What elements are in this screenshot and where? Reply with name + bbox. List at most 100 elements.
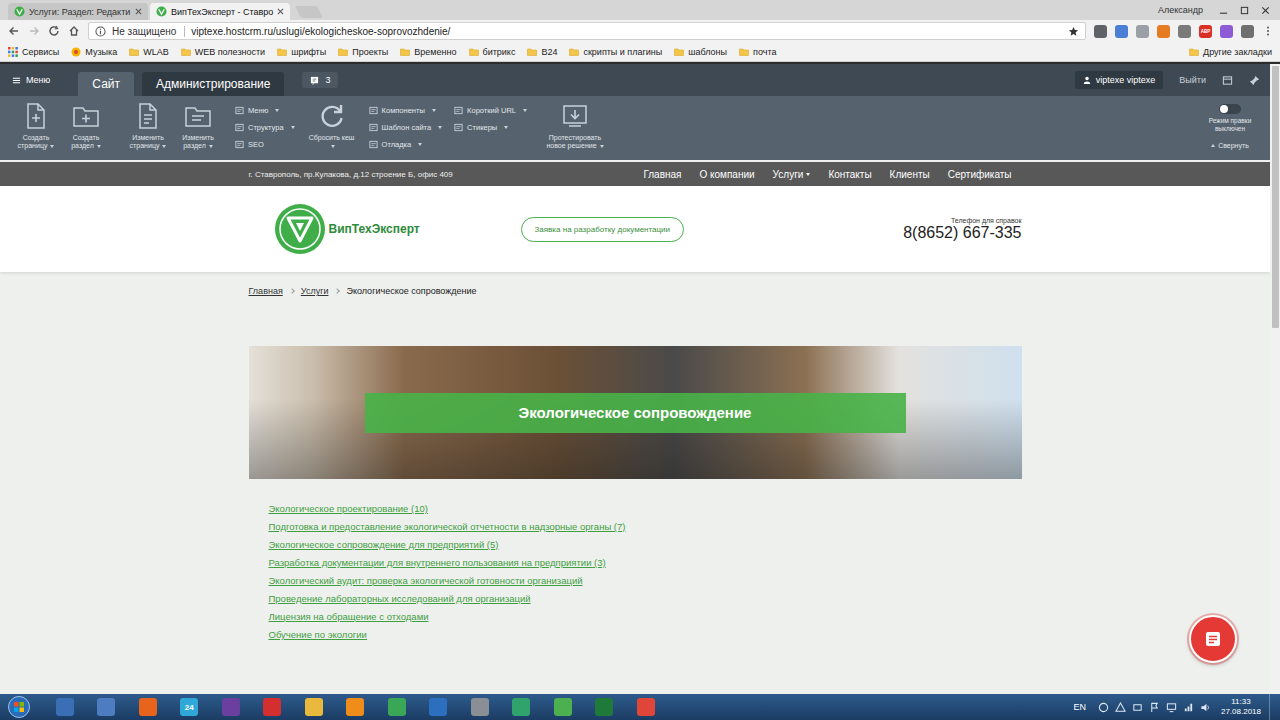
browser-tab[interactable]: ВипТехЭксперт - Ставро: [150, 3, 290, 20]
nav-item[interactable]: Услуги: [773, 169, 811, 180]
request-button[interactable]: Заявка на разработку документации: [521, 217, 685, 242]
bookmark[interactable]: WLAB: [129, 47, 169, 57]
taskbar-app[interactable]: [584, 694, 626, 720]
edit-mode-toggle[interactable]: [1219, 104, 1241, 114]
taskbar-app[interactable]: [86, 694, 128, 720]
network-icon[interactable]: [1183, 702, 1194, 713]
admin-user[interactable]: viptexe viptexe: [1075, 71, 1164, 89]
bookmark[interactable]: шрифты: [277, 47, 326, 57]
bookmark[interactable]: скрипты и плагины: [569, 47, 662, 57]
reload-icon[interactable]: [48, 25, 60, 37]
taskbar-app[interactable]: [210, 694, 252, 720]
breadcrumb[interactable]: Главная: [249, 286, 283, 296]
scrollbar[interactable]: [1270, 64, 1280, 694]
taskbar-app[interactable]: [625, 694, 667, 720]
site-logo[interactable]: ВипТехЭксперт: [274, 203, 494, 255]
clock[interactable]: 11:3327.08.2018: [1221, 697, 1261, 716]
bookmark[interactable]: почта: [739, 47, 776, 57]
tray-icon[interactable]: [1115, 702, 1126, 713]
flag-icon[interactable]: [1149, 702, 1160, 713]
toolbar-button[interactable]: Изменить раздел: [173, 102, 223, 151]
language-indicator[interactable]: EN: [1073, 702, 1086, 712]
nav-item[interactable]: О компании: [699, 169, 754, 180]
pin-icon[interactable]: [1249, 75, 1260, 86]
service-link[interactable]: Экологический аудит: проверка экологичес…: [269, 572, 583, 590]
maximize-icon[interactable]: [1240, 6, 1249, 15]
close-icon[interactable]: [135, 8, 142, 15]
chat-button[interactable]: [1189, 615, 1237, 663]
admin-menu-button[interactable]: Меню: [12, 75, 50, 85]
tray-icon[interactable]: [1098, 702, 1109, 713]
toolbar-menu-item[interactable]: Компоненты: [369, 106, 443, 115]
tray-icon[interactable]: [1132, 702, 1143, 713]
notifications-button[interactable]: 3: [302, 72, 338, 88]
address-bar[interactable]: Не защищеноviptexe.hostcrm.ru/uslugi/eko…: [88, 22, 1086, 40]
home-icon[interactable]: [68, 25, 80, 37]
nav-item[interactable]: Сертификаты: [948, 169, 1012, 180]
extension-icon[interactable]: [1157, 25, 1170, 38]
info-icon[interactable]: [95, 26, 106, 37]
admin-tab[interactable]: Администрирование: [142, 72, 284, 96]
forward-icon[interactable]: [28, 25, 40, 37]
new-tab-button[interactable]: [295, 6, 323, 18]
toolbar-button[interactable]: Создать раздел: [61, 102, 111, 151]
other-bookmarks[interactable]: Другие закладки: [1189, 47, 1272, 57]
extension-icon[interactable]: [1094, 25, 1107, 38]
taskbar-app[interactable]: [127, 694, 169, 720]
extension-icon[interactable]: ABP: [1199, 25, 1212, 38]
bookmark[interactable]: WEB полезности: [181, 47, 266, 57]
nav-item[interactable]: Клиенты: [890, 169, 930, 180]
service-link[interactable]: Экологическое проектирование (10): [269, 500, 428, 518]
toolbar-menu-item[interactable]: Меню: [235, 106, 295, 115]
profile-name[interactable]: Александр: [1158, 5, 1203, 15]
taskbar-app[interactable]: [501, 694, 543, 720]
bookmark[interactable]: B24: [527, 47, 557, 57]
service-link[interactable]: Обучение по экологии: [269, 626, 367, 644]
monitor-icon[interactable]: [1166, 702, 1177, 713]
toolbar-menu-item[interactable]: Отладка: [369, 140, 443, 149]
back-icon[interactable]: [8, 25, 20, 37]
service-link[interactable]: Подготовка и предоставление экологическо…: [269, 518, 626, 536]
bookmark[interactable]: шаблоны: [674, 47, 727, 57]
taskbar-app[interactable]: 24: [169, 694, 211, 720]
scrollbar-thumb[interactable]: [1272, 66, 1279, 328]
browser-tab[interactable]: Услуги: Раздел: Редакти: [8, 3, 148, 20]
close-window-icon[interactable]: [1261, 6, 1270, 15]
taskbar-app[interactable]: [252, 694, 294, 720]
toolbar-menu-item[interactable]: Структура: [235, 123, 295, 132]
bookmark-star-icon[interactable]: [1068, 26, 1079, 37]
chrome-menu-icon[interactable]: [1262, 25, 1274, 37]
nav-item[interactable]: Контакты: [828, 169, 871, 180]
toolbar-button[interactable]: Изменить страницу: [123, 102, 173, 151]
taskbar-app[interactable]: [293, 694, 335, 720]
bookmark[interactable]: Проекты: [338, 47, 388, 57]
breadcrumb[interactable]: Услуги: [301, 286, 329, 296]
collapse-button[interactable]: Свернуть: [1211, 142, 1249, 149]
volume-icon[interactable]: [1200, 702, 1211, 713]
minimize-icon[interactable]: [1219, 6, 1228, 15]
extension-icon[interactable]: [1220, 25, 1233, 38]
service-link[interactable]: Проведение лабораторных исследований для…: [269, 590, 531, 608]
taskbar-app[interactable]: [376, 694, 418, 720]
extension-icon[interactable]: [1178, 25, 1191, 38]
toolbar-menu-item[interactable]: Шаблон сайта: [369, 123, 443, 132]
toolbar-menu-item[interactable]: Стикеры: [454, 123, 527, 132]
close-icon[interactable]: [277, 8, 284, 15]
url-text[interactable]: viptexe.hostcrm.ru/uslugi/ekologicheskoe…: [191, 26, 450, 37]
taskbar-app[interactable]: [542, 694, 584, 720]
bookmark[interactable]: битрикс: [469, 47, 516, 57]
taskbar-app[interactable]: [418, 694, 460, 720]
taskbar-app[interactable]: [335, 694, 377, 720]
nav-item[interactable]: Главная: [643, 169, 681, 180]
phone-number[interactable]: 8(8652) 667-335: [903, 224, 1021, 242]
extension-icon[interactable]: [1241, 25, 1254, 38]
service-link[interactable]: Разработка документации для внутреннего …: [269, 554, 606, 572]
start-button[interactable]: [6, 696, 32, 718]
toolbar-button[interactable]: Сбросить кеш: [307, 102, 357, 151]
admin-tab[interactable]: Сайт: [78, 72, 134, 96]
bookmark[interactable]: Музыка: [71, 47, 117, 57]
toolbar-button[interactable]: Создать страницу: [11, 102, 61, 151]
bookmark[interactable]: Сервисы: [8, 47, 59, 57]
taskbar-app[interactable]: [44, 694, 86, 720]
service-link[interactable]: Лицензия на обращение с отходами: [269, 608, 429, 626]
